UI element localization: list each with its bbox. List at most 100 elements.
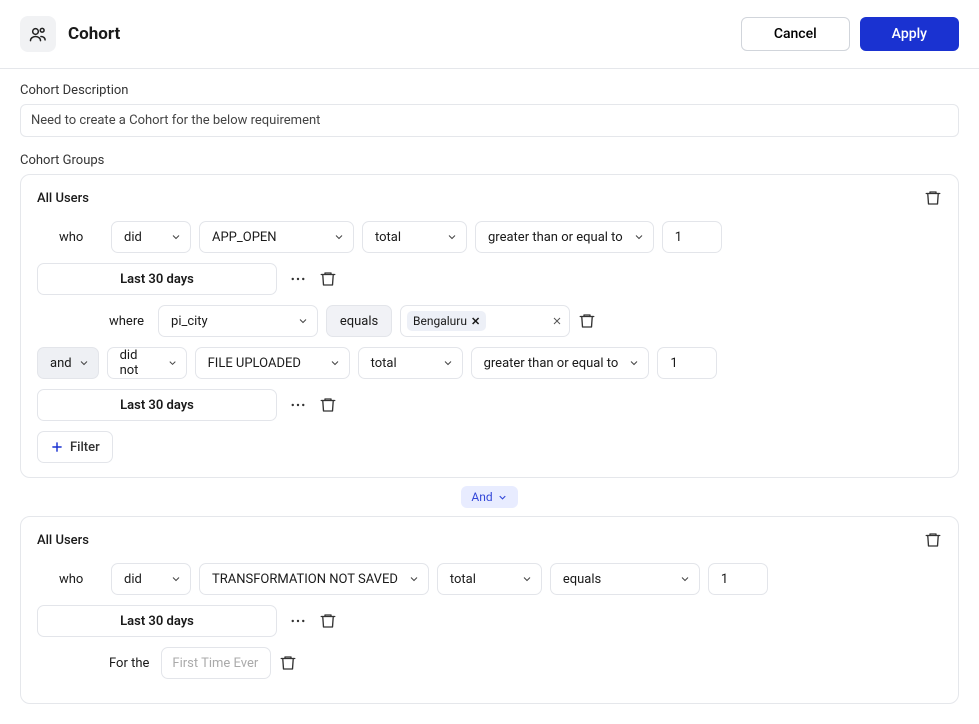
measure-select[interactable]: total — [358, 347, 463, 379]
delete-forthe-button[interactable] — [279, 654, 297, 672]
filter-value-input[interactable]: Bengaluru ✕ — [400, 305, 570, 337]
chevron-down-icon — [633, 231, 645, 243]
chevron-down-icon — [446, 231, 458, 243]
who-label: who — [59, 572, 103, 587]
trash-icon — [319, 612, 337, 630]
event-value: APP_OPEN — [212, 230, 277, 245]
add-filter-label: Filter — [70, 440, 100, 455]
forthe-input[interactable] — [161, 647, 271, 679]
chevron-down-icon — [78, 357, 90, 369]
who-label: who — [59, 230, 103, 245]
chevron-down-icon — [333, 231, 345, 243]
group-connector-select[interactable]: And — [461, 486, 517, 508]
group-title: All Users — [37, 191, 924, 206]
delete-group-button[interactable] — [924, 531, 942, 549]
more-horizontal-icon — [289, 396, 307, 414]
chevron-down-icon — [679, 573, 691, 585]
cohort-group: All Users who did TRANSFORMATION NOT SAV… — [20, 516, 959, 704]
cohort-groups-label: Cohort Groups — [20, 153, 959, 168]
chip-remove-button[interactable]: ✕ — [471, 315, 480, 328]
timeframe-value: Last 30 days — [120, 614, 194, 629]
chevron-down-icon — [329, 357, 341, 369]
trash-icon — [924, 189, 942, 207]
more-options-button[interactable] — [285, 270, 311, 288]
delete-rule-button[interactable] — [319, 270, 337, 288]
cohort-description-input[interactable] — [20, 104, 959, 137]
count-input[interactable]: 1 — [657, 347, 717, 379]
more-horizontal-icon — [289, 270, 307, 288]
count-input[interactable]: 1 — [708, 563, 768, 595]
verb-select[interactable]: did not — [107, 347, 187, 379]
page-title: Cohort — [68, 24, 741, 44]
delete-group-button[interactable] — [924, 189, 942, 207]
delete-rule-button[interactable] — [319, 396, 337, 414]
operator-select[interactable]: greater than or equal to — [471, 347, 650, 379]
delete-filter-button[interactable] — [578, 312, 596, 330]
more-horizontal-icon — [289, 612, 307, 630]
verb-select[interactable]: did — [111, 563, 191, 595]
trash-icon — [578, 312, 596, 330]
trash-icon — [279, 654, 297, 672]
event-value: TRANSFORMATION NOT SAVED — [212, 572, 398, 587]
chevron-down-icon — [170, 231, 182, 243]
chevron-down-icon — [167, 357, 178, 369]
timeframe-select[interactable]: Last 30 days — [37, 263, 277, 295]
measure-value: total — [375, 230, 401, 245]
more-options-button[interactable] — [285, 612, 311, 630]
verb-value: did — [124, 230, 142, 245]
more-options-button[interactable] — [285, 396, 311, 414]
operator-select[interactable]: equals — [550, 563, 700, 595]
filter-chip: Bengaluru ✕ — [407, 311, 486, 331]
chevron-down-icon — [521, 573, 533, 585]
measure-value: total — [371, 356, 397, 371]
timeframe-select[interactable]: Last 30 days — [37, 605, 277, 637]
chip-label: Bengaluru — [413, 314, 467, 328]
chevron-down-icon — [628, 357, 640, 369]
cancel-button[interactable]: Cancel — [741, 17, 850, 51]
where-label: where — [109, 314, 144, 329]
clear-input-button[interactable] — [551, 315, 563, 327]
trash-icon — [319, 270, 337, 288]
event-value: FILE UPLOADED — [208, 356, 301, 371]
operator-select[interactable]: greater than or equal to — [475, 221, 654, 253]
cohort-description-label: Cohort Description — [20, 83, 959, 98]
verb-value: did — [124, 572, 142, 587]
measure-select[interactable]: total — [362, 221, 467, 253]
cohort-group: All Users who did APP_OPEN total greater… — [20, 174, 959, 478]
chevron-down-icon — [170, 573, 182, 585]
chevron-down-icon — [408, 573, 420, 585]
verb-select[interactable]: did — [111, 221, 191, 253]
chevron-down-icon — [297, 315, 309, 327]
count-value: 1 — [675, 230, 682, 245]
operator-value: greater than or equal to — [484, 356, 619, 371]
plus-icon — [50, 440, 64, 454]
event-select[interactable]: FILE UPLOADED — [195, 347, 350, 379]
rule-connector-select[interactable]: and — [37, 347, 99, 379]
chevron-down-icon — [442, 357, 454, 369]
apply-button[interactable]: Apply — [860, 17, 959, 51]
count-input[interactable]: 1 — [662, 221, 722, 253]
timeframe-value: Last 30 days — [120, 398, 194, 413]
delete-rule-button[interactable] — [319, 612, 337, 630]
connector-value: and — [50, 356, 72, 371]
add-filter-button[interactable]: Filter — [37, 431, 113, 463]
measure-select[interactable]: total — [437, 563, 542, 595]
trash-icon — [924, 531, 942, 549]
group-connector-value: And — [471, 490, 492, 504]
event-select[interactable]: APP_OPEN — [199, 221, 354, 253]
operator-value: greater than or equal to — [488, 230, 623, 245]
trash-icon — [319, 396, 337, 414]
timeframe-value: Last 30 days — [120, 272, 194, 287]
property-select[interactable]: pi_city — [158, 305, 318, 337]
count-value: 1 — [721, 572, 728, 587]
filter-op-select[interactable]: equals — [326, 305, 392, 337]
timeframe-select[interactable]: Last 30 days — [37, 389, 277, 421]
close-icon — [551, 315, 563, 327]
forthe-label: For the — [109, 656, 149, 671]
cohort-icon — [20, 16, 56, 52]
count-value: 1 — [670, 356, 677, 371]
event-select[interactable]: TRANSFORMATION NOT SAVED — [199, 563, 429, 595]
measure-value: total — [450, 572, 476, 587]
verb-value: did not — [120, 348, 157, 378]
chevron-down-icon — [497, 492, 508, 503]
